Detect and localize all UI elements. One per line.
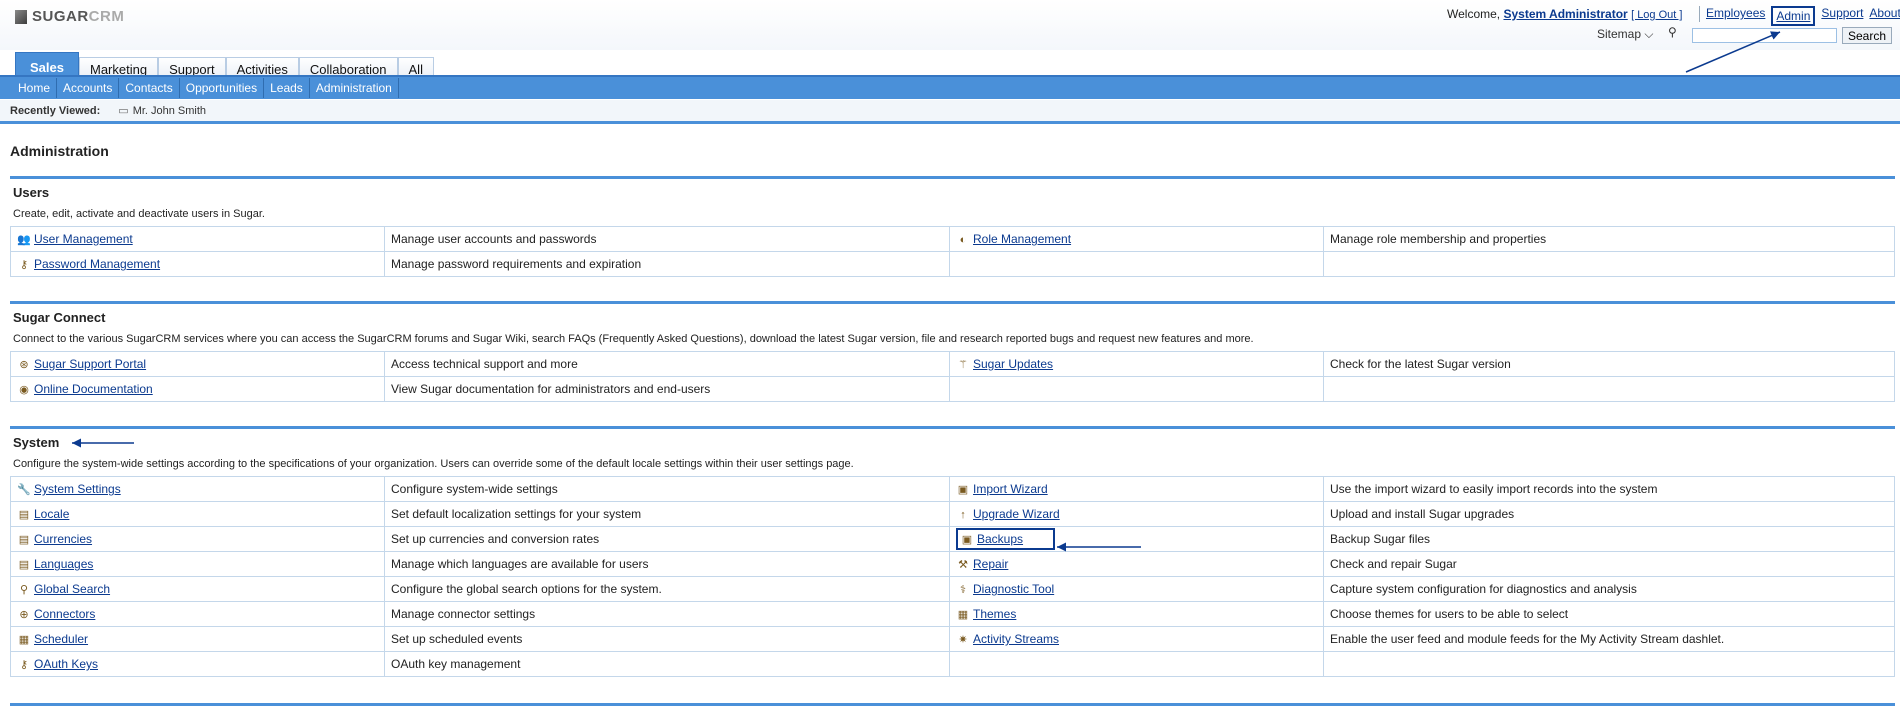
annotation-arrows	[72, 31, 1781, 552]
arrow-to-admin	[1685, 31, 1781, 73]
